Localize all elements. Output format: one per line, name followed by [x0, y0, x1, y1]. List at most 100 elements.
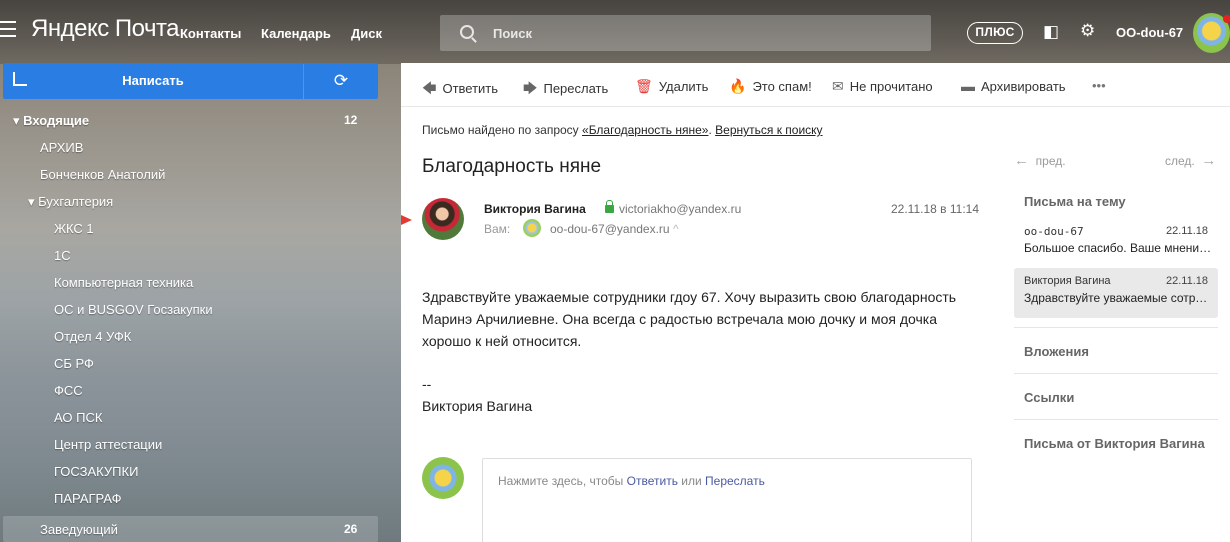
next-button[interactable]: след. → — [1165, 152, 1216, 169]
message-date: 22.11.18 в 11:14 — [891, 202, 980, 216]
envelope-icon: ✉ — [832, 78, 844, 94]
thread-date: 22.11.18 — [1165, 225, 1208, 237]
prev-button[interactable]: ← пред. — [1014, 152, 1066, 169]
archive-label: Архивировать — [981, 79, 1066, 94]
thread-item-selected[interactable]: Виктория Вагина 22.11.18 Здравствуйте ув… — [1014, 268, 1218, 318]
folder-accounting[interactable]: ▾ Бухгалтерия — [28, 194, 113, 210]
search-input[interactable]: Поиск — [440, 15, 931, 51]
layout-icon[interactable]: ◧ — [1043, 22, 1059, 42]
refresh-button[interactable]: ⟳ — [304, 63, 378, 99]
quick-reply-box[interactable]: Нажмите здесь, чтобы Ответить или Пересл… — [482, 458, 972, 542]
delete-button[interactable]: 🗑 Удалить — [635, 78, 708, 95]
divider — [1014, 373, 1218, 374]
thread-header[interactable]: Письма на тему — [1024, 194, 1126, 209]
quick-reply-or: или — [677, 474, 706, 488]
sender-email: victoriakho@yandex.ru — [619, 202, 742, 216]
folder-sbrf[interactable]: СБ РФ — [54, 356, 94, 371]
thread-snippet: Здравствуйте уважаемые сотрудники — [1024, 291, 1212, 305]
thread-from: oo-dou-67 — [1024, 225, 1084, 238]
recipient-avatar — [523, 219, 541, 237]
thread-item[interactable]: oo-dou-67 22.11.18 Большое спасибо. Ваше… — [1014, 218, 1218, 268]
folder-ufk[interactable]: Отдел 4 УФК — [54, 329, 131, 344]
folder-zaveduyushchiy[interactable]: Заведующий — [40, 522, 118, 537]
lock-icon — [605, 200, 614, 213]
folder-archive[interactable]: АРХИВ — [40, 140, 83, 155]
compose-button[interactable]: Написать — [3, 63, 303, 99]
search-icon — [460, 25, 474, 39]
reply-button[interactable]: 🡄 Ответить — [422, 78, 498, 102]
folder-goszakupki[interactable]: ГОСЗАКУПКИ — [54, 464, 138, 479]
search-placeholder: Поиск — [493, 26, 533, 41]
folder-fss[interactable]: ФСС — [54, 383, 83, 398]
fire-icon: 🔥 — [729, 78, 747, 94]
folder-busgov[interactable]: ОС и BUSGOV Госзакупки — [54, 302, 213, 317]
more-button[interactable]: ••• — [1092, 78, 1106, 93]
quick-reply-link[interactable]: Ответить — [627, 474, 678, 488]
thread-snippet: Большое спасибо. Ваше мнение для нас оче… — [1024, 241, 1212, 255]
message-body: Здравствуйте уважаемые сотрудники гдоу 6… — [422, 289, 957, 349]
folder-1c[interactable]: 1С — [54, 248, 71, 263]
quick-reply-hint: Нажмите здесь, чтобы Ответить или Пересл… — [498, 474, 765, 488]
links-section[interactable]: Ссылки — [1024, 390, 1074, 405]
from-sender-section[interactable]: Письма от Виктория Вагина — [1024, 436, 1205, 451]
signature-name: Виктория Вагина — [422, 398, 533, 414]
delete-label: Удалить — [658, 79, 709, 94]
found-query-link[interactable]: «Благодарность няне» — [582, 123, 708, 137]
spam-button[interactable]: 🔥 Это спам! — [729, 78, 812, 95]
found-prefix: Письмо найдено по запросу — [422, 123, 583, 137]
arrow-left-icon: ← — [1014, 152, 1029, 169]
next-label: след. — [1165, 154, 1195, 168]
plus-button[interactable]: ПЛЮС — [967, 22, 1023, 44]
sender-email-wrap[interactable]: victoriakho@yandex.ru — [605, 200, 742, 216]
inbox-count: 12 — [344, 113, 358, 127]
attachments-section[interactable]: Вложения — [1024, 344, 1089, 359]
unread-label: Не прочитано — [849, 79, 933, 94]
recipient-email: oo-dou-67@yandex.ru — [550, 222, 670, 236]
folder-paragraf[interactable]: ПАРАГРАФ — [54, 491, 121, 506]
nav-disk[interactable]: Диск — [351, 26, 382, 41]
signature-dash: -- — [422, 376, 432, 392]
important-flag-icon[interactable] — [401, 215, 412, 225]
yandex-mail-logo[interactable]: Яндекс Почта — [31, 15, 180, 43]
message-toolbar: 🡄 Ответить 🡆 Переслать 🗑 Удалить 🔥 Это спам!… — [401, 63, 1230, 107]
folder-computers[interactable]: Компьютерная техника — [54, 275, 193, 290]
nav-contacts[interactable]: Контакты — [180, 26, 241, 41]
arrow-right-icon: → — [1201, 152, 1217, 169]
to-label: Вам: — [484, 222, 511, 236]
forward-label: Переслать — [543, 81, 609, 96]
quick-reply-prefix: Нажмите здесь, чтобы — [498, 474, 627, 488]
notification-dot — [1223, 15, 1230, 23]
message-subject: Благодарность няне — [422, 156, 602, 177]
unread-button[interactable]: ✉ Не прочитано — [832, 78, 933, 95]
folder-bonchenkov[interactable]: Бонченков Анатолий — [40, 167, 165, 182]
folder-zhks1[interactable]: ЖКС 1 — [54, 221, 94, 236]
top-header: Яндекс Почта Контакты Календарь Диск Пои… — [0, 0, 1230, 64]
sender-avatar[interactable] — [422, 198, 464, 240]
nav-calendar[interactable]: Календарь — [261, 26, 331, 41]
folder-aopsk[interactable]: АО ПСК — [54, 410, 102, 425]
zaveduyushchiy-count: 26 — [344, 522, 358, 536]
chevron-up-icon[interactable]: ^ — [673, 222, 679, 236]
divider — [1014, 419, 1218, 420]
reply-avatar — [422, 457, 464, 499]
thread-date: 22.11.18 — [1165, 275, 1208, 287]
folder-inbox[interactable]: ▾ Входящие — [13, 113, 89, 129]
menu-icon[interactable] — [0, 21, 18, 37]
sender-name[interactable]: Виктория Вагина — [484, 202, 586, 216]
trash-icon: 🗑 — [635, 78, 653, 94]
forward-button[interactable]: 🡆 Переслать — [523, 78, 608, 102]
back-to-search-link[interactable]: Вернуться к поиску — [715, 123, 822, 137]
quick-forward-link[interactable]: Переслать — [705, 474, 765, 488]
thread-from: Виктория Вагина — [1024, 275, 1111, 287]
search-notice: Письмо найдено по запросу «Благодарность… — [422, 123, 823, 137]
user-avatar[interactable] — [1193, 13, 1230, 53]
username[interactable]: OO-dou-67 — [1116, 25, 1183, 40]
archive-button[interactable]: ▬ Архивировать — [961, 78, 1066, 94]
folder-attestation[interactable]: Центр аттестации — [54, 437, 162, 452]
divider — [1014, 327, 1218, 328]
reply-label: Ответить — [442, 81, 499, 96]
gear-icon[interactable]: ⚙ — [1080, 21, 1095, 41]
compose-label: Написать — [122, 73, 184, 88]
spam-label: Это спам! — [752, 79, 812, 94]
recipient-wrap[interactable]: oo-dou-67@yandex.ru ^ — [550, 222, 679, 236]
